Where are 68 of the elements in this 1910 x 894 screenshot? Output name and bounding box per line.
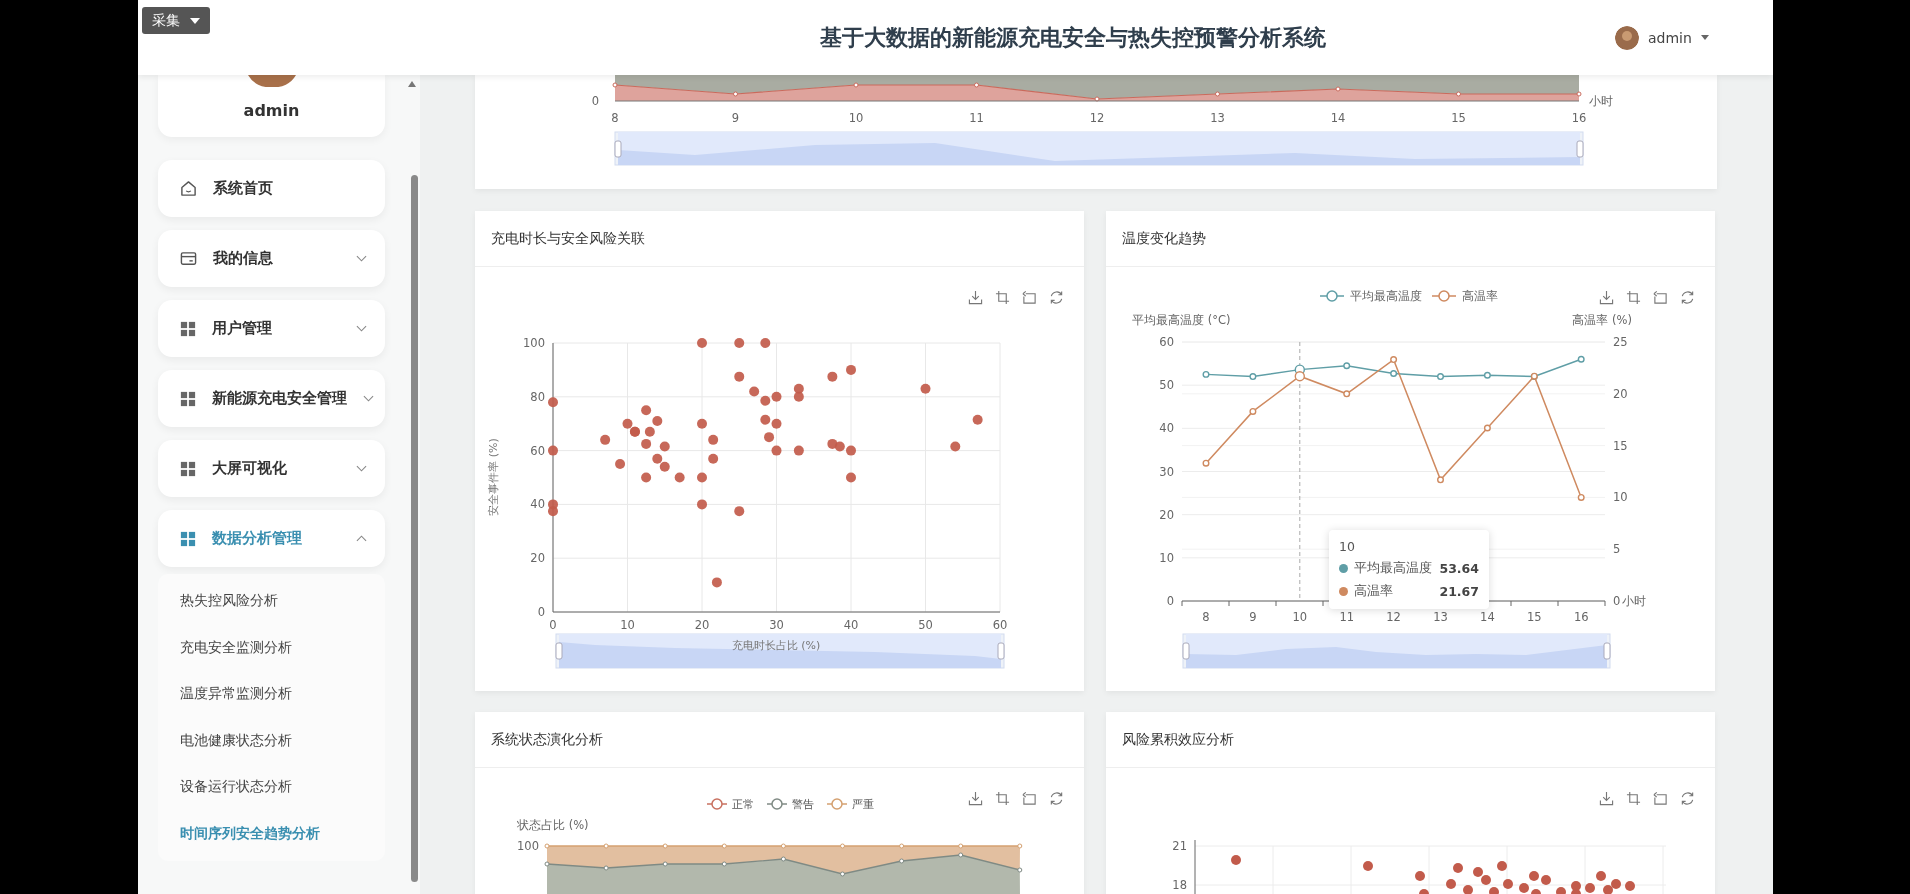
axis-tick-label: 20 — [530, 551, 545, 566]
tooltip-title: 10 — [1339, 539, 1356, 554]
axis-tick-label: 18 — [1172, 878, 1187, 892]
axis-unit-label: 小时 — [1589, 94, 1613, 108]
axis-tick-label: 15 — [1451, 111, 1466, 125]
axis-tick-label: 0 — [1166, 594, 1174, 608]
axis-tick-label: 12 — [1386, 610, 1401, 624]
card-title: 充电时长与安全风险关联 — [491, 229, 645, 248]
axis-tick-label: 14 — [1330, 111, 1346, 125]
axis-tick-label: 10 — [1159, 550, 1174, 565]
axis-tick-label: 12 — [1089, 111, 1105, 125]
axis-tick-label: 40 — [843, 618, 859, 632]
axis-tick-label: 13 — [1210, 111, 1225, 125]
series-name: 平均最高温度 — [1354, 560, 1433, 577]
axis-tick-label: 15 — [1527, 610, 1542, 624]
axis-tick-label: 8 — [611, 111, 619, 125]
axis-title: 高温率 (%) — [1572, 313, 1632, 327]
axis-tick-label: 60 — [992, 618, 1008, 632]
axis-tick-label: 40 — [1159, 421, 1174, 436]
axis-title: 安全事件率 (%) — [487, 438, 500, 516]
axis-tick-label: 10 — [620, 618, 635, 632]
axis-tick-label: 10 — [848, 111, 864, 125]
series-value: 53.64 — [1439, 561, 1479, 576]
axis-tick-label: 10 — [1292, 610, 1308, 624]
axis-tick-label: 25 — [1613, 335, 1628, 349]
axis-tick-label: 0 — [549, 618, 557, 632]
axis-tick-label: 60 — [1159, 335, 1174, 349]
axis-tick-label: 13 — [1433, 610, 1448, 624]
legend-label: 高温率 — [1462, 289, 1498, 303]
axis-tick-label: 14 — [1480, 610, 1495, 624]
axis-tick-label: 20 — [694, 618, 710, 632]
axis-tick-label: 10 — [1613, 490, 1628, 505]
axis-unit-label: 小时 — [1622, 594, 1646, 608]
axis-tick-label: 50 — [918, 618, 933, 632]
axis-tick-label: 30 — [769, 618, 784, 632]
axis-tick-label: 100 — [517, 839, 539, 853]
axis-tick-label: 30 — [1159, 464, 1174, 479]
axis-tick-label: 80 — [530, 389, 545, 404]
axis-tick-label: 60 — [530, 443, 545, 458]
axis-tick-label: 50 — [1159, 378, 1174, 393]
axis-tick-label: 9 — [1249, 610, 1257, 624]
axis-tick-label: 9 — [731, 111, 740, 125]
legend-label: 平均最高温度 — [1350, 289, 1422, 303]
axis-tick-label: 100 — [523, 336, 545, 350]
axis-tick-label: 16 — [1573, 610, 1589, 624]
profile-name: admin — [243, 101, 300, 120]
axis-tick-label: 0 — [537, 605, 545, 619]
axis-tick-label: 16 — [1571, 111, 1587, 125]
axis-tick-label: 11 — [1339, 610, 1354, 624]
axis-tick-label: 20 — [1613, 386, 1628, 401]
card-title: 系统状态演化分析 — [491, 730, 603, 749]
axis-tick-label: 8 — [1202, 610, 1210, 624]
axis-tick-label: 21 — [1172, 839, 1187, 853]
card-title: 风险累积效应分析 — [1122, 730, 1234, 749]
axis-tick-label: 0 — [591, 94, 599, 108]
axis-title: 状态占比 (%) — [517, 818, 589, 832]
axis-tick-label: 15 — [1613, 438, 1628, 453]
series-name: 高温率 — [1354, 583, 1394, 600]
axis-title: 充电时长占比 (%) — [731, 639, 821, 652]
page-title: 基于大数据的新能源充电安全与热失控预警分析系统 — [819, 23, 1326, 52]
axis-tick-label: 40 — [530, 497, 545, 512]
axis-tick-label: 11 — [969, 111, 984, 125]
axis-title: 平均最高温度 (°C) — [1132, 313, 1231, 327]
axis-tick-label: 5 — [1613, 542, 1621, 557]
series-value: 21.67 — [1439, 584, 1479, 599]
card-title: 温度变化趋势 — [1122, 229, 1206, 248]
axis-tick-label: 0 — [1613, 594, 1621, 608]
axis-tick-label: 20 — [1159, 507, 1174, 522]
